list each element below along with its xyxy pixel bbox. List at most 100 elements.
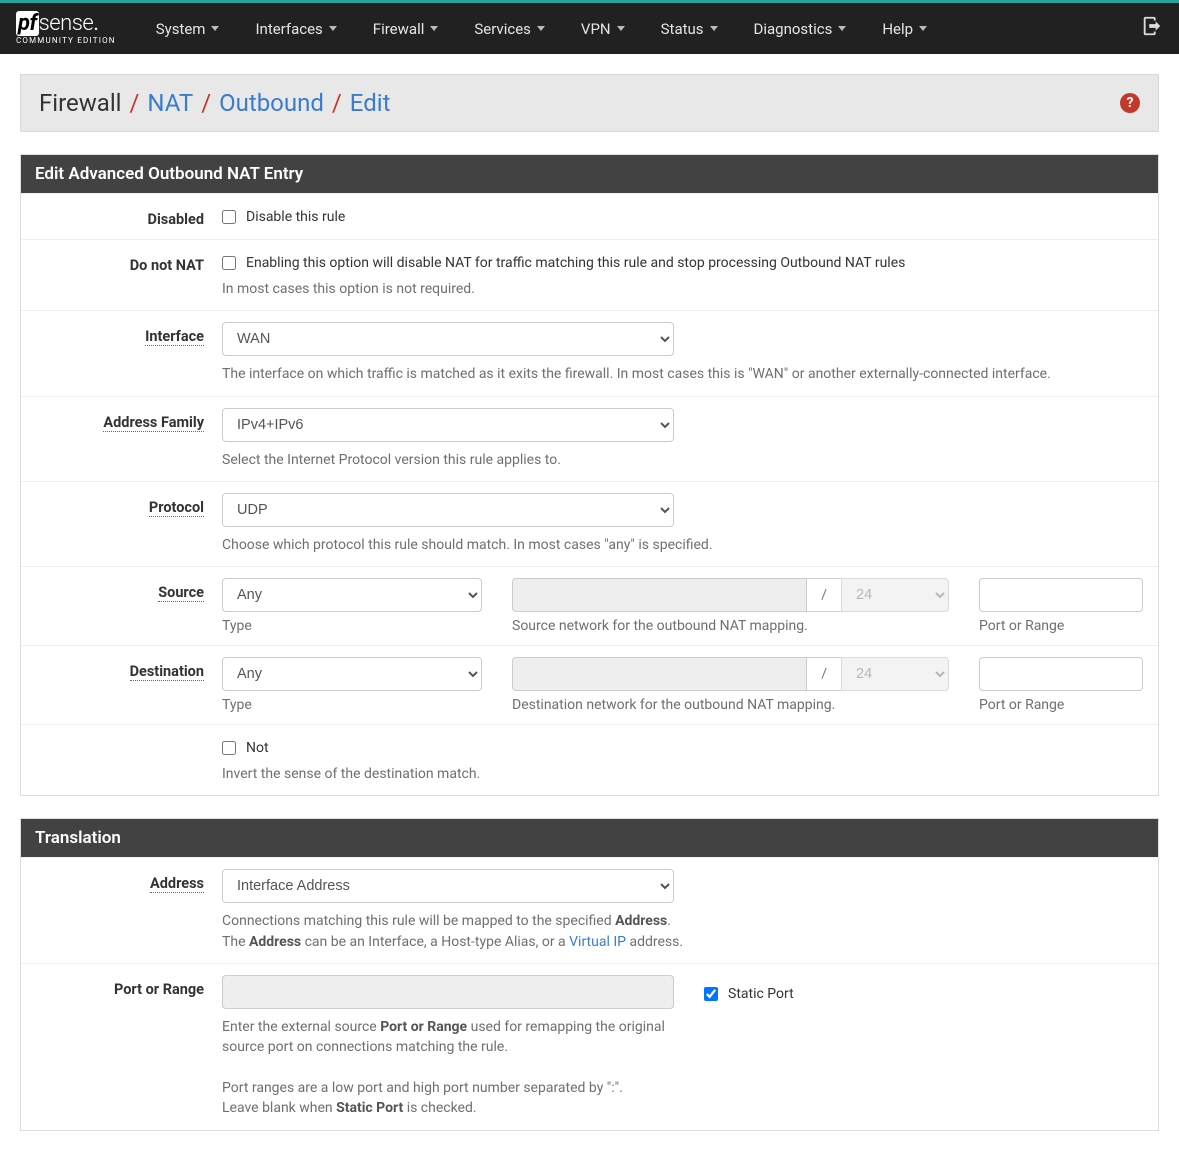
static-port-label: Static Port	[728, 986, 794, 1002]
destination-cidr-select: 24	[841, 657, 949, 691]
row-donotnat: Do not NAT Enabling this option will dis…	[21, 239, 1158, 310]
label-protocol: Protocol	[36, 493, 222, 516]
destination-type-hint: Type	[222, 697, 482, 713]
nav-label: VPN	[581, 20, 611, 38]
row-destination: Destination Any Type / 24 Destination ne…	[21, 645, 1158, 724]
panel-translation: Translation Address Interface Address Co…	[20, 818, 1159, 1130]
row-translation-address: Address Interface Address Connections ma…	[21, 857, 1158, 963]
destination-slash: /	[807, 657, 841, 691]
translation-address-select[interactable]: Interface Address	[222, 869, 674, 903]
content-area: Firewall / NAT / Outbound / Edit ? Edit …	[0, 54, 1179, 1173]
source-slash: /	[807, 578, 841, 612]
logout-icon	[1141, 15, 1163, 37]
source-port-input[interactable]	[979, 578, 1143, 612]
static-port-checkbox[interactable]	[704, 987, 718, 1001]
destination-port-hint: Port or Range	[979, 697, 1143, 713]
source-type-select[interactable]: Any	[222, 578, 482, 612]
caret-down-icon	[329, 26, 337, 31]
breadcrumb-separator: /	[332, 89, 342, 117]
caret-down-icon	[710, 26, 718, 31]
virtual-ip-link[interactable]: Virtual IP	[569, 934, 626, 950]
panel-edit-nat: Edit Advanced Outbound NAT Entry Disable…	[20, 154, 1159, 796]
breadcrumb-outbound[interactable]: Outbound	[219, 89, 324, 117]
nav-firewall[interactable]: Firewall	[357, 6, 455, 52]
brand-sense: sense	[39, 11, 94, 36]
destination-type-select[interactable]: Any	[222, 657, 482, 691]
source-type-hint: Type	[222, 618, 482, 634]
nav-menu: System Interfaces Firewall Services VPN …	[140, 6, 1141, 52]
breadcrumb-separator: /	[201, 89, 211, 117]
label-disabled: Disabled	[36, 205, 222, 228]
nav-interfaces[interactable]: Interfaces	[239, 6, 352, 52]
source-network-input	[512, 578, 807, 612]
nav-label: Firewall	[373, 20, 425, 38]
disabled-text: Disable this rule	[246, 209, 345, 225]
nav-status[interactable]: Status	[645, 6, 734, 52]
donotnat-checkbox[interactable]	[222, 256, 236, 270]
interface-select[interactable]: WAN	[222, 322, 674, 356]
breadcrumb-bar: Firewall / NAT / Outbound / Edit ?	[20, 74, 1159, 132]
caret-down-icon	[537, 26, 545, 31]
panel-heading: Edit Advanced Outbound NAT Entry	[21, 155, 1158, 193]
nav-services[interactable]: Services	[458, 6, 561, 52]
nav-label: Status	[661, 20, 704, 38]
translation-port-input	[222, 975, 674, 1009]
breadcrumb-edit[interactable]: Edit	[350, 89, 391, 117]
not-text: Not	[246, 740, 269, 756]
donotnat-help: In most cases this option is not require…	[222, 279, 1143, 299]
row-disabled: Disabled Disable this rule	[21, 193, 1158, 239]
panel-heading-translation: Translation	[21, 819, 1158, 857]
disabled-checkbox[interactable]	[222, 210, 236, 224]
label-addressfamily: Address Family	[36, 408, 222, 431]
breadcrumb: Firewall / NAT / Outbound / Edit	[39, 89, 390, 117]
row-source: Source Any Type / 24 Source network for …	[21, 566, 1158, 645]
destination-network-input	[512, 657, 807, 691]
translation-address-help: Connections matching this rule will be m…	[222, 911, 1143, 952]
nav-diagnostics[interactable]: Diagnostics	[738, 6, 863, 52]
not-checkbox[interactable]	[222, 741, 236, 755]
label-not-empty	[36, 736, 222, 742]
brand-subtitle: COMMUNITY EDITION	[16, 37, 116, 45]
brand-pf: pf	[16, 11, 39, 36]
protocol-select[interactable]: UDP	[222, 493, 674, 527]
nav-label: Help	[882, 20, 913, 38]
destination-net-hint: Destination network for the outbound NAT…	[512, 697, 949, 713]
source-net-hint: Source network for the outbound NAT mapp…	[512, 618, 949, 634]
portrange-help: Enter the external source Port or Range …	[222, 1017, 674, 1118]
page-help-button[interactable]: ?	[1120, 93, 1140, 113]
addressfamily-select[interactable]: IPv4+IPv6	[222, 408, 674, 442]
row-interface: Interface WAN The interface on which tra…	[21, 310, 1158, 395]
nav-label: Interfaces	[255, 20, 322, 38]
not-help: Invert the sense of the destination matc…	[222, 764, 1143, 784]
donotnat-text: Enabling this option will disable NAT fo…	[246, 255, 905, 271]
nav-label: Diagnostics	[754, 20, 833, 38]
nav-vpn[interactable]: VPN	[565, 6, 641, 52]
destination-port-input[interactable]	[979, 657, 1143, 691]
caret-down-icon	[430, 26, 438, 31]
nav-label: Services	[474, 20, 531, 38]
logout-button[interactable]	[1141, 15, 1163, 42]
row-protocol: Protocol UDP Choose which protocol this …	[21, 481, 1158, 566]
row-port-or-range: Port or Range Static Port Enter the exte…	[21, 963, 1158, 1129]
brand-dot: .	[93, 11, 98, 36]
addressfamily-help: Select the Internet Protocol version thi…	[222, 450, 1143, 470]
navbar: pfsense. COMMUNITY EDITION System Interf…	[0, 3, 1179, 54]
row-addressfamily: Address Family IPv4+IPv6 Select the Inte…	[21, 396, 1158, 481]
breadcrumb-separator: /	[130, 89, 140, 117]
nav-help[interactable]: Help	[866, 6, 943, 52]
source-port-hint: Port or Range	[979, 618, 1143, 634]
breadcrumb-root: Firewall	[39, 89, 122, 117]
caret-down-icon	[919, 26, 927, 31]
label-interface: Interface	[36, 322, 222, 345]
nav-label: System	[156, 20, 206, 38]
label-destination: Destination	[36, 657, 222, 680]
label-port-or-range: Port or Range	[36, 975, 222, 998]
breadcrumb-nat[interactable]: NAT	[147, 89, 193, 117]
nav-system[interactable]: System	[140, 6, 236, 52]
protocol-help: Choose which protocol this rule should m…	[222, 535, 1143, 555]
label-source: Source	[36, 578, 222, 601]
interface-help: The interface on which traffic is matche…	[222, 364, 1143, 384]
source-cidr-select: 24	[841, 578, 949, 612]
brand-logo[interactable]: pfsense. COMMUNITY EDITION	[16, 13, 116, 45]
label-translation-address: Address	[36, 869, 222, 892]
